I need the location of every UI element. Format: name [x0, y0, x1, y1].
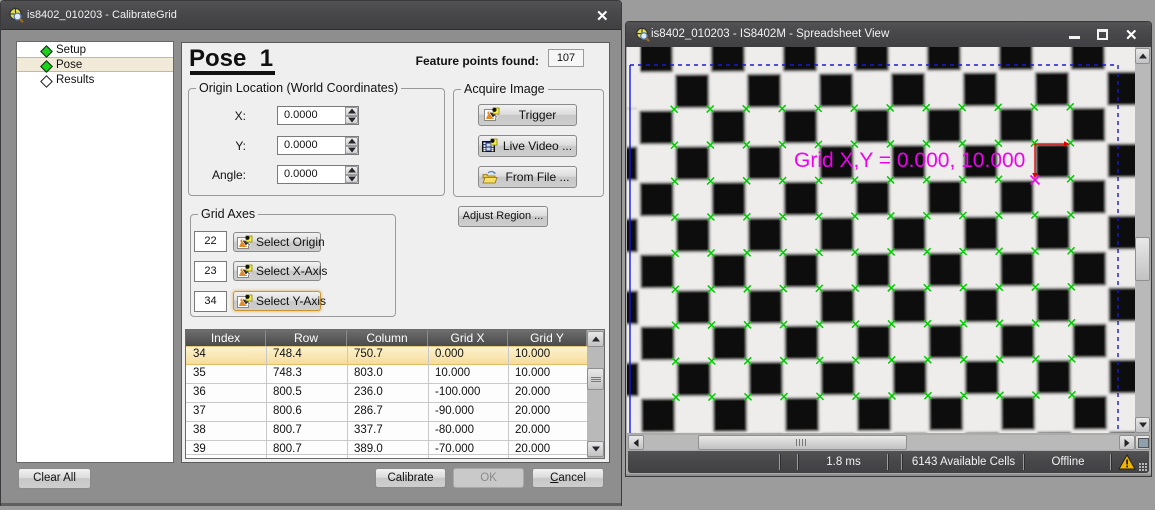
svg-text:Grid X,Y = 0.000, 10.000: Grid X,Y = 0.000, 10.000	[794, 149, 1025, 172]
